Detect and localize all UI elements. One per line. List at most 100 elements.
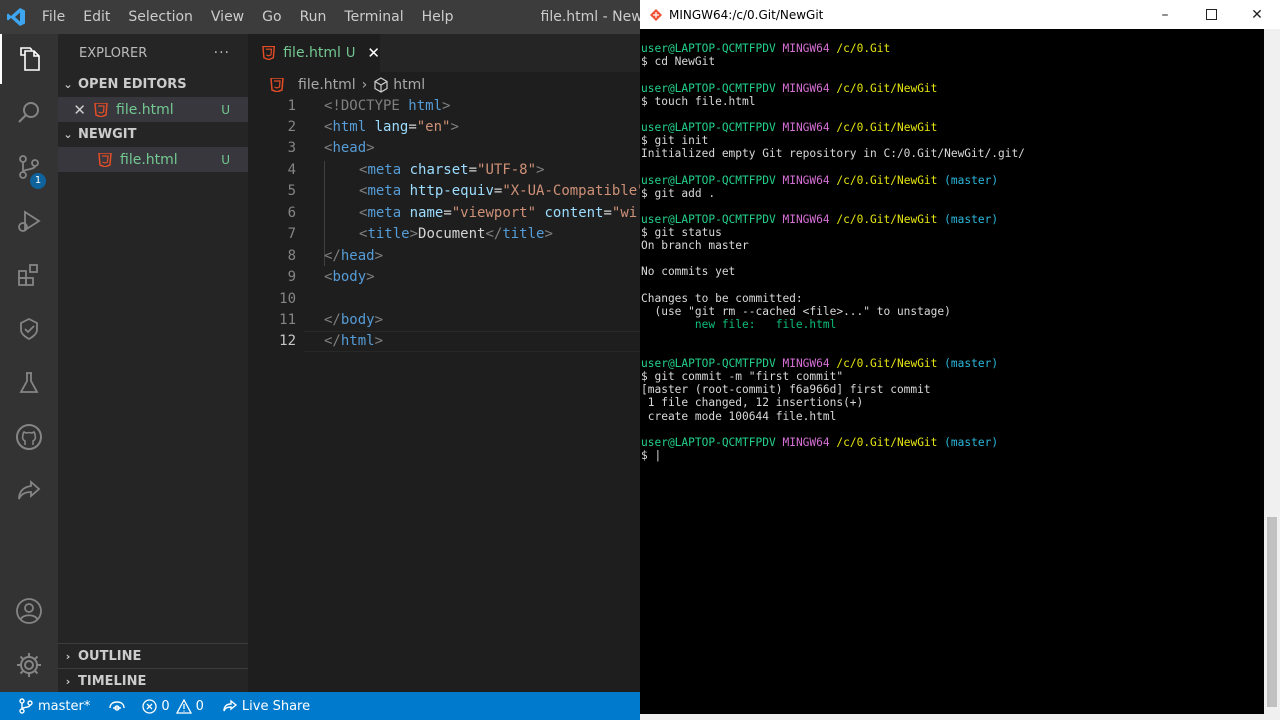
menu-help[interactable]: Help — [413, 0, 463, 34]
prompt-line: user@LAPTOP-QCMTFPDV MINGW64 /c/0.Git/Ne… — [641, 436, 999, 449]
file-tree-item[interactable]: file.html U — [58, 147, 248, 172]
terminal-titlebar: MINGW64:/c/0.Git/NewGit – ✕ — [640, 0, 1280, 29]
line-number: 9 — [287, 269, 296, 285]
close-window-icon[interactable]: ✕ — [1234, 0, 1280, 29]
testing-icon[interactable] — [0, 304, 58, 354]
output-line: Changes to be committed: — [641, 292, 803, 305]
line-number: 12 — [279, 333, 296, 349]
open-editor-item[interactable]: ✕ file.html U — [58, 97, 248, 122]
newgit-folder-section[interactable]: ⌄ NEWGIT — [58, 122, 248, 147]
accounts-icon[interactable] — [0, 586, 58, 636]
explorer-sidebar: EXPLORER ··· ⌄ OPEN EDITORS ✕ file.html … — [58, 34, 248, 692]
line-number: 8 — [287, 248, 296, 264]
source-control-icon[interactable]: 1 — [0, 142, 58, 192]
code-line-5: <meta http-equiv="X-UA-Compatible" — [359, 183, 640, 199]
flask-icon[interactable] — [0, 358, 58, 408]
prompt-line: user@LAPTOP-QCMTFPDV MINGW64 /c/0.Git/Ne… — [641, 121, 938, 134]
open-editors-label: OPEN EDITORS — [78, 77, 187, 92]
chevron-right-icon: › — [65, 675, 71, 688]
warning-count: 0 — [195, 698, 204, 714]
untracked-badge: U — [221, 102, 230, 117]
open-editors-section[interactable]: ⌄ OPEN EDITORS — [58, 72, 248, 97]
scrollbar-thumb[interactable] — [1267, 517, 1277, 707]
menu-view[interactable]: View — [202, 0, 253, 34]
tab-file-html[interactable]: file.html U ✕ — [248, 34, 380, 72]
search-icon[interactable] — [0, 88, 58, 138]
code-line-12: </html> — [324, 333, 384, 349]
terminal-output[interactable]: user@LAPTOP-QCMTFPDV MINGW64 /c/0.Git $ … — [641, 40, 1261, 712]
command-line: $ git add . — [641, 187, 716, 200]
menu-selection[interactable]: Selection — [119, 0, 202, 34]
command-line: $ git commit -m "first commit" — [641, 370, 844, 383]
outline-section[interactable]: › OUTLINE — [58, 644, 248, 669]
extensions-icon[interactable] — [0, 250, 58, 300]
code-line-1: <!DOCTYPE html> — [324, 98, 451, 114]
output-line: No commits yet — [641, 265, 736, 278]
active-prompt[interactable]: $ | — [641, 449, 661, 462]
menu-run[interactable]: Run — [291, 0, 336, 34]
breadcrumb: file.html › html — [248, 72, 640, 98]
more-actions-icon[interactable]: ··· — [214, 45, 230, 61]
live-share-small-icon — [223, 699, 238, 711]
timeline-section[interactable]: › TIMELINE — [58, 668, 248, 694]
tab-status: U — [345, 45, 356, 61]
close-tab-icon[interactable]: ✕ — [367, 44, 380, 62]
run-debug-icon[interactable] — [0, 196, 58, 246]
html-file-icon — [98, 152, 112, 167]
line-number: 11 — [279, 312, 296, 328]
menu-terminal[interactable]: Terminal — [335, 0, 412, 34]
error-icon — [142, 698, 157, 714]
live-share-status[interactable]: Live Share — [222, 699, 310, 714]
prompt-line: user@LAPTOP-QCMTFPDV MINGW64 /c/0.Git/Ne… — [641, 174, 999, 187]
minimize-icon[interactable]: – — [1142, 0, 1188, 29]
scm-badge: 1 — [30, 173, 46, 189]
mingw64-terminal-window: MINGW64:/c/0.Git/NewGit – ✕ user@LAPTOP-… — [640, 0, 1280, 720]
menu-go[interactable]: Go — [253, 0, 290, 34]
command-line: $ git init — [641, 134, 709, 147]
code-editor[interactable]: 1 2 3 4 5 6 7 8 9 10 11 12 <!DOCTYPE htm… — [248, 98, 640, 692]
live-share-icon[interactable] — [0, 466, 58, 516]
output-line: [master (root-commit) f6a966d] first com… — [641, 383, 931, 396]
settings-gear-icon[interactable] — [0, 640, 58, 690]
problems-status[interactable]: 0 0 — [142, 698, 204, 714]
menu-file[interactable]: File — [33, 0, 74, 34]
output-line: new file: file.html — [641, 318, 837, 331]
terminal-scrollbar[interactable] — [1264, 29, 1280, 714]
code-line-8: </head> — [324, 248, 384, 264]
html-file-icon — [94, 102, 108, 117]
menu-edit[interactable]: Edit — [74, 0, 119, 34]
symbol-field-icon — [374, 77, 388, 93]
html-file-icon — [262, 46, 276, 60]
line-number: 10 — [279, 291, 296, 307]
command-line: $ touch file.html — [641, 95, 756, 108]
code-line-11: </body> — [324, 312, 384, 328]
status-bar: master* 0 0 Live Share — [0, 692, 640, 720]
live-share-label: Live Share — [241, 698, 311, 714]
line-number: 3 — [287, 140, 296, 156]
output-line: Initialized empty Git repository in C:/0… — [641, 147, 1025, 160]
output-line: create mode 100644 file.html — [641, 410, 837, 423]
vscode-logo-icon — [0, 0, 33, 34]
command-line: $ cd NewGit — [641, 55, 716, 68]
prompt-line: user@LAPTOP-QCMTFPDV MINGW64 /c/0.Git — [641, 42, 891, 55]
line-number: 2 — [287, 119, 296, 135]
terminal-bottom-border — [640, 714, 1280, 720]
timeline-label: TIMELINE — [78, 674, 147, 689]
explorer-icon[interactable] — [0, 34, 58, 84]
sync-icon[interactable] — [108, 699, 130, 713]
output-line: 1 file changed, 12 insertions(+) — [641, 396, 864, 409]
breadcrumb-file[interactable]: file.html — [298, 77, 356, 93]
explorer-title: EXPLORER — [79, 45, 148, 61]
breadcrumb-symbol[interactable]: html — [393, 77, 425, 93]
command-line: $ git status — [641, 226, 722, 239]
close-icon[interactable]: ✕ — [58, 101, 86, 119]
tree-filename: file.html — [120, 151, 178, 168]
code-line-3: <head> — [324, 140, 375, 156]
editor-tab-bar: file.html U ✕ — [248, 34, 640, 72]
chevron-down-icon: ⌄ — [63, 128, 73, 141]
line-number: 1 — [287, 98, 296, 114]
github-icon[interactable] — [0, 412, 58, 462]
maximize-icon[interactable] — [1188, 0, 1234, 29]
code-line-9: <body> — [324, 269, 375, 285]
branch-status[interactable]: master* — [18, 698, 90, 714]
